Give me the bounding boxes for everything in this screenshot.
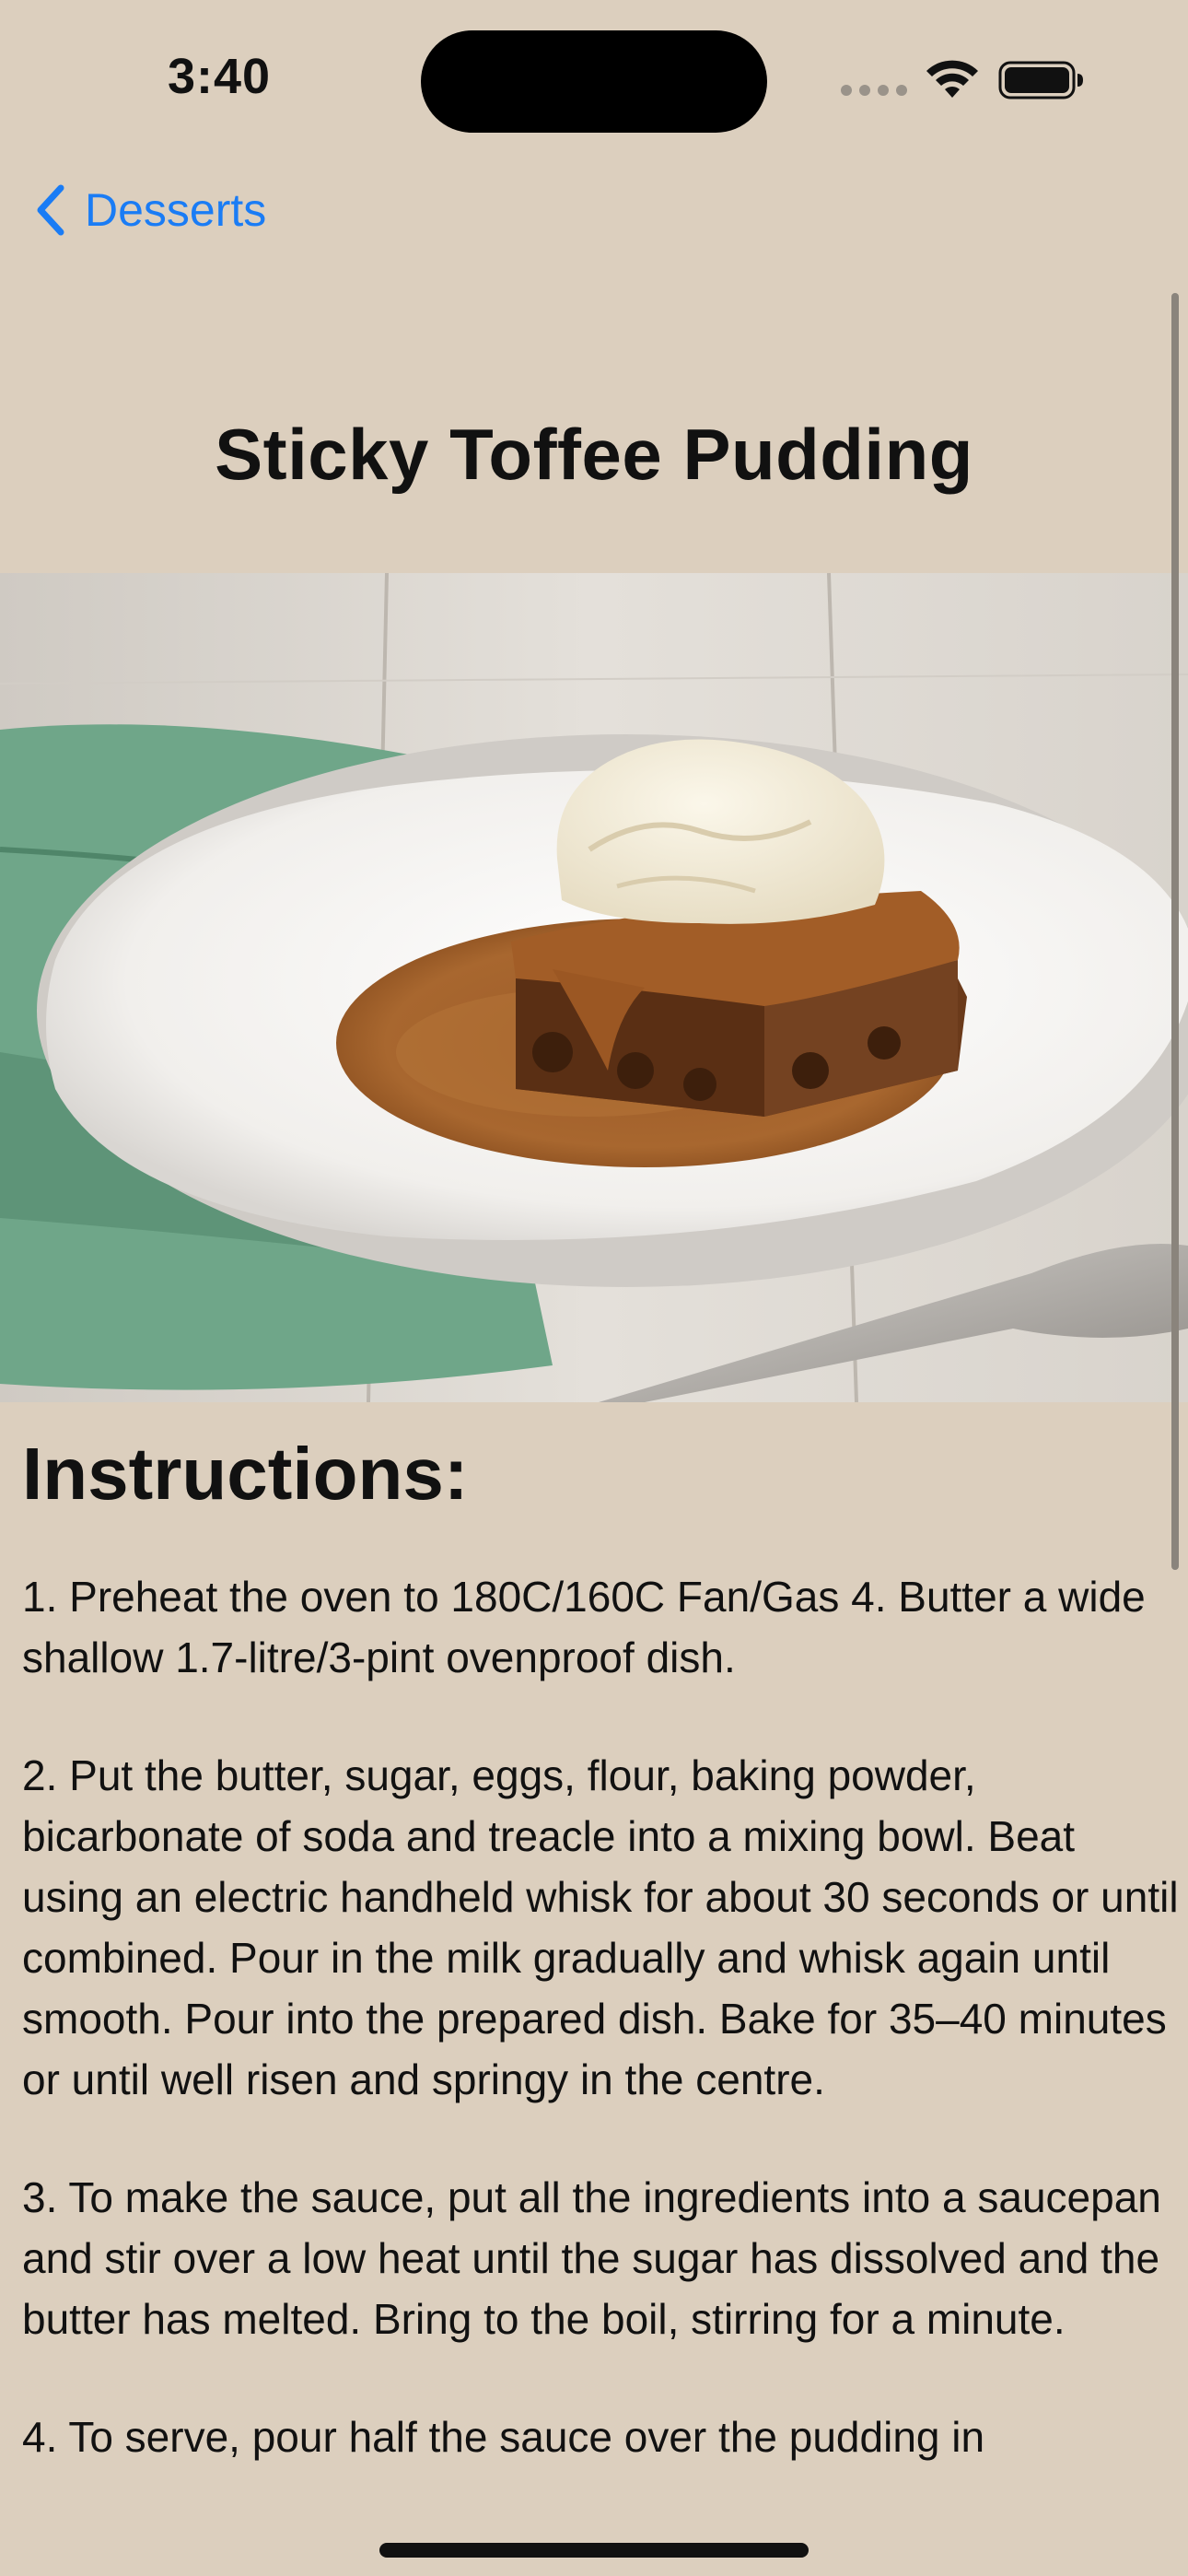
meal-title: Sticky Toffee Pudding (215, 414, 973, 495)
cellular-signal-icon (841, 85, 907, 96)
dynamic-island (421, 30, 767, 133)
vertical-scrollbar[interactable] (1171, 293, 1179, 1570)
instruction-step: 3. To make the sauce, put all the ingred… (22, 2173, 1161, 2343)
meal-detail-screen: 3:40 Desserts Sticky Toffee Pudding Inst… (0, 0, 1188, 2576)
back-button[interactable]: Desserts (33, 181, 266, 240)
home-indicator[interactable] (379, 2543, 809, 2558)
wifi-icon (926, 60, 978, 98)
instructions-body: 1. Preheat the oven to 180C/160C Fan/Gas… (22, 1566, 1182, 2524)
instruction-step: 4. To serve, pour half the sauce over th… (22, 2413, 985, 2461)
instructions-heading: Instructions: (22, 1433, 469, 1515)
back-label: Desserts (85, 184, 267, 236)
status-time: 3:40 (168, 49, 272, 104)
meal-photo (0, 573, 1188, 1402)
chevron-left-icon (37, 184, 64, 236)
instruction-step: 1. Preheat the oven to 180C/160C Fan/Gas… (22, 1573, 1146, 1681)
battery-icon (998, 61, 1083, 100)
instruction-step: 2. Put the butter, sugar, eggs, flour, b… (22, 1751, 1179, 2103)
